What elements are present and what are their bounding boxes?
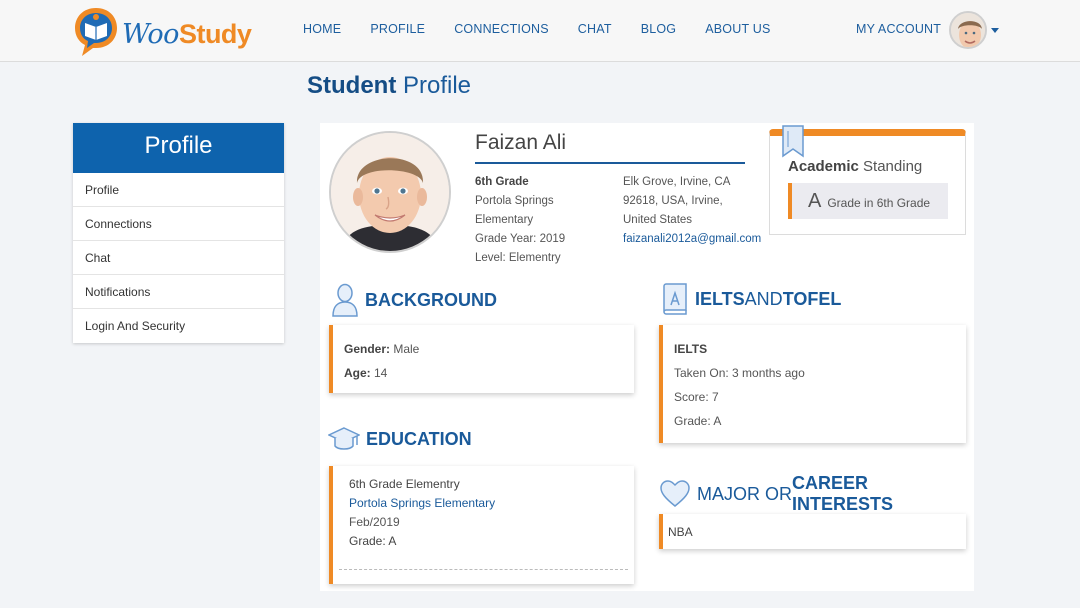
education-level: 6th Grade Elementry bbox=[349, 477, 460, 491]
my-account-menu[interactable]: MY ACCOUNT bbox=[856, 11, 1000, 49]
background-card: Gender: Male Age: 14 bbox=[329, 325, 634, 393]
education-section-title: EDUCATION bbox=[328, 425, 472, 453]
student-grade: 6th Grade bbox=[475, 176, 529, 188]
student-name: Faizan Ali bbox=[475, 131, 567, 154]
gender-value: Male bbox=[390, 342, 420, 356]
ielts-test-name: IELTS bbox=[674, 342, 708, 356]
education-divider bbox=[339, 569, 628, 570]
my-account-label[interactable]: MY ACCOUNT bbox=[856, 22, 941, 36]
sidebar-item-login-security[interactable]: Login And Security bbox=[73, 309, 284, 343]
nav-home[interactable]: HOME bbox=[303, 22, 341, 36]
age-value: 14 bbox=[370, 366, 388, 380]
nav-chat[interactable]: CHAT bbox=[578, 22, 612, 36]
standing-title-rest: Standing bbox=[858, 158, 923, 175]
ielts-section-title: IELTS AND TOFEL bbox=[661, 283, 841, 315]
email-link[interactable]: faizanali2012a@gmail.com bbox=[623, 233, 761, 245]
chat-book-logo-icon bbox=[72, 5, 120, 57]
gender-label: Gender: bbox=[344, 342, 391, 356]
profile-photo bbox=[329, 131, 451, 253]
student-school-line2: Elementary bbox=[475, 214, 534, 226]
page-title: Student Profile bbox=[307, 72, 471, 100]
nav-connections[interactable]: CONNECTIONS bbox=[454, 22, 549, 36]
address-line2: 92618, USA, Irvine, bbox=[623, 195, 723, 207]
chevron-down-icon[interactable] bbox=[991, 27, 1000, 33]
avatar[interactable] bbox=[949, 11, 988, 49]
education-school-row: Portola Springs Elementary bbox=[349, 496, 495, 510]
profile-panel: Faizan Ali 6th Grade Portola Springs Ele… bbox=[320, 123, 974, 591]
interests-title-part1: MAJOR OR bbox=[697, 483, 793, 504]
graduation-cap-icon bbox=[328, 425, 360, 453]
user-icon bbox=[331, 283, 359, 317]
background-title-text: BACKGROUND bbox=[365, 289, 497, 310]
gender-row: Gender: Male bbox=[344, 342, 419, 356]
heart-icon bbox=[659, 480, 691, 508]
ielts-taken-on: Taken On: 3 months ago bbox=[674, 366, 805, 380]
profile-sidebar: Profile Profile Connections Chat Notific… bbox=[73, 123, 284, 343]
student-info: 6th Grade Portola Springs Elementary Gra… bbox=[475, 173, 565, 268]
logo-text-woo: Woo bbox=[122, 18, 179, 50]
education-date: Feb/2019 bbox=[349, 515, 400, 529]
interests-section-title: MAJOR OR CAREER INTERESTS bbox=[659, 473, 974, 515]
page-title-rest: Profile bbox=[396, 72, 472, 99]
age-label: Age: bbox=[344, 366, 371, 380]
ielts-score: Score: 7 bbox=[674, 390, 719, 404]
ielts-title-part1: IELTS bbox=[695, 288, 745, 309]
address-line1: Elk Grove, Irvine, CA bbox=[623, 176, 731, 188]
student-level: Level: Elementry bbox=[475, 252, 561, 264]
sidebar-title: Profile bbox=[73, 123, 284, 173]
sidebar-item-chat[interactable]: Chat bbox=[73, 241, 284, 275]
ielts-grade: Grade: A bbox=[674, 414, 722, 428]
education-grade: Grade: A bbox=[349, 534, 397, 548]
education-card: 6th Grade Elementry Portola Springs Elem… bbox=[329, 466, 634, 584]
grade-letter: A bbox=[808, 189, 822, 212]
ielts-card: IELTS Taken On: 3 months ago Score: 7 Gr… bbox=[659, 325, 966, 443]
age-row: Age: 14 bbox=[344, 366, 387, 380]
background-section-title: BACKGROUND bbox=[331, 283, 497, 317]
education-school-link[interactable]: Portola Springs Elementary bbox=[349, 496, 495, 510]
woostudy-logo[interactable]: WooStudy bbox=[72, 4, 252, 58]
name-underline bbox=[475, 162, 745, 164]
address-line3: United States bbox=[623, 214, 693, 226]
sidebar-item-connections[interactable]: Connections bbox=[73, 207, 284, 241]
logo-wordmark: WooStudy bbox=[122, 18, 252, 50]
bookmark-icon bbox=[780, 125, 806, 158]
book-icon bbox=[661, 283, 689, 315]
grade-description: Grade in 6th Grade bbox=[827, 195, 931, 210]
nav-blog[interactable]: BLOG bbox=[641, 22, 677, 36]
student-school-line1: Portola Springs bbox=[475, 195, 554, 207]
page-title-bold: Student bbox=[307, 72, 397, 99]
sidebar-item-profile[interactable]: Profile bbox=[73, 173, 284, 207]
academic-standing-title: Academic Standing bbox=[788, 158, 922, 175]
education-title-text: EDUCATION bbox=[366, 428, 472, 449]
ielts-title-part2: AND bbox=[744, 288, 783, 309]
top-navbar: WooStudy HOME PROFILE CONNECTIONS CHAT B… bbox=[0, 0, 1080, 62]
student-grade-year: Grade Year: 2019 bbox=[475, 233, 566, 245]
sidebar-item-notifications[interactable]: Notifications bbox=[73, 275, 284, 309]
main-nav: HOME PROFILE CONNECTIONS CHAT BLOG ABOUT… bbox=[303, 22, 800, 36]
standing-title-bold: Academic bbox=[788, 158, 859, 175]
nav-profile[interactable]: PROFILE bbox=[370, 22, 425, 36]
academic-standing-card: Academic Standing A Grade in 6th Grade bbox=[769, 125, 966, 235]
nav-about-us[interactable]: ABOUT US bbox=[705, 22, 770, 36]
interests-card: NBA bbox=[659, 514, 966, 549]
logo-text-study: Study bbox=[178, 18, 252, 49]
grade-box: A Grade in 6th Grade bbox=[788, 183, 948, 219]
interest-item: NBA bbox=[668, 525, 693, 539]
interests-title-part2: CAREER INTERESTS bbox=[792, 473, 894, 514]
ielts-title-part3: TOFEL bbox=[782, 288, 842, 309]
contact-info: Elk Grove, Irvine, CA 92618, USA, Irvine… bbox=[623, 173, 761, 249]
